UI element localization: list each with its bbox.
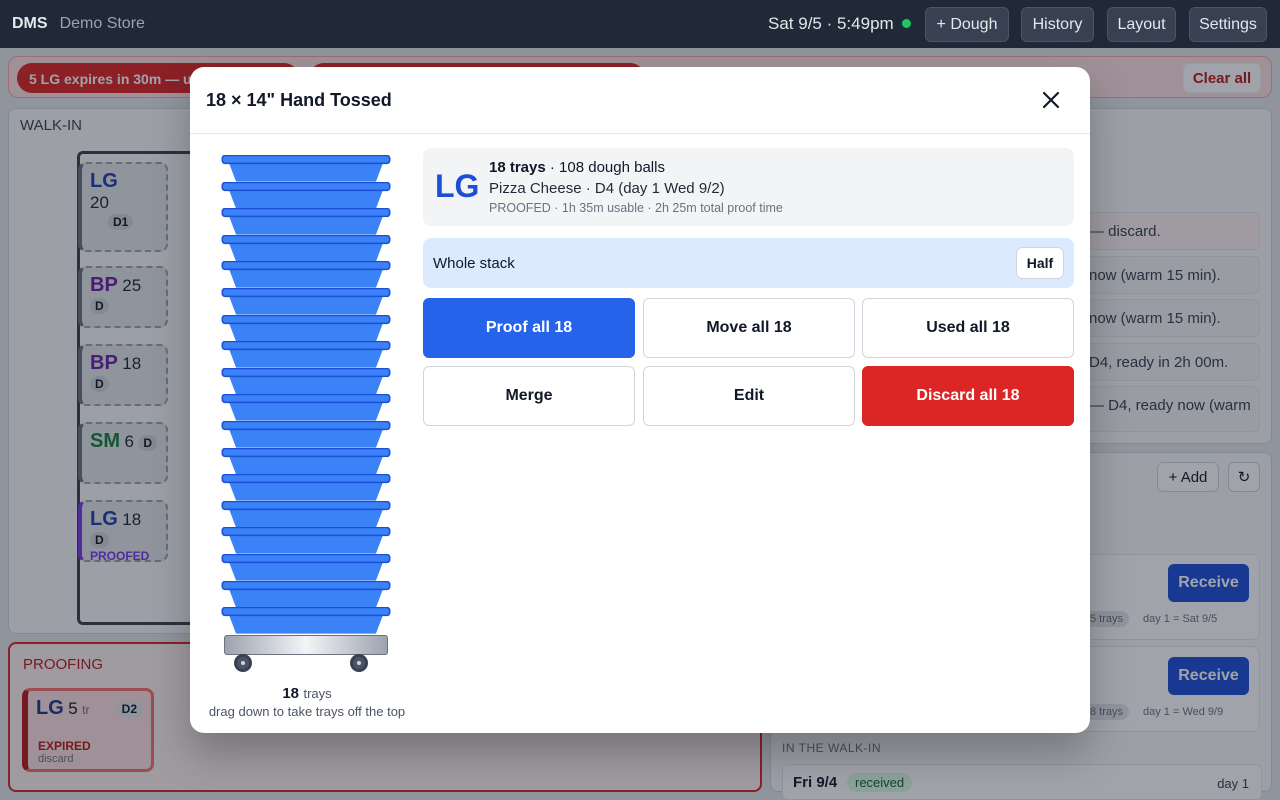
dough-tray: [221, 288, 391, 315]
whole-stack-label: Whole stack: [433, 255, 515, 272]
wheel-icon: [350, 654, 368, 672]
app-brand: DMS: [12, 15, 48, 32]
whole-stack-bar: Whole stack Half: [423, 238, 1074, 288]
layout-button[interactable]: Layout: [1107, 7, 1176, 42]
info-line-1: 18 trays · 108 dough balls: [489, 159, 665, 176]
dough-tray: [221, 394, 391, 421]
stack-count: 18: [282, 685, 300, 702]
stack-hint: drag down to take trays off the top: [208, 704, 406, 719]
info-line-3: PROOFED · 1h 35m usable · 2h 25m total p…: [489, 201, 783, 215]
add-dough-button[interactable]: + Dough: [925, 7, 1009, 42]
used-all-button[interactable]: Used all 18: [862, 298, 1074, 358]
status-dot: [902, 19, 911, 28]
cart-base: [224, 635, 388, 655]
move-all-button[interactable]: Move all 18: [643, 298, 855, 358]
settings-button[interactable]: Settings: [1189, 7, 1267, 42]
dough-tray: [221, 181, 391, 209]
proof-all-button[interactable]: Proof all 18: [423, 298, 635, 358]
store-name: Demo Store: [59, 15, 145, 32]
stack-info: LG 18 trays · 108 dough balls Pizza Chee…: [423, 148, 1074, 226]
size-label: LG: [435, 168, 480, 204]
dough-tray: [221, 208, 391, 235]
stack-caption: 18 trays drag down to take trays off the…: [190, 685, 424, 719]
dough-tray: [221, 580, 391, 608]
discard-all-button[interactable]: Discard all 18: [862, 366, 1074, 426]
tray-total: 18 trays: [489, 159, 546, 176]
stack-unit: trays: [303, 686, 332, 701]
dough-tray: [221, 554, 391, 581]
stack-modal: 18 × 14" Hand Tossed 18 trays drag down …: [190, 67, 1090, 733]
history-button[interactable]: History: [1021, 7, 1094, 42]
dough-tray: [221, 447, 391, 475]
dough-tray: [221, 314, 391, 342]
edit-button[interactable]: Edit: [643, 366, 855, 426]
dough-tray: [221, 261, 391, 288]
dough-tray: [221, 367, 391, 395]
dough-tray: [221, 500, 391, 528]
dough-tray: [221, 421, 391, 448]
tray-stack[interactable]: [220, 155, 392, 681]
dough-tray: [221, 474, 391, 501]
ball-total: · 108 dough balls: [545, 159, 665, 176]
modal-header: 18 × 14" Hand Tossed: [190, 67, 1090, 134]
info-line-2: Pizza Cheese · D4 (day 1 Wed 9/2): [489, 180, 725, 197]
half-button[interactable]: Half: [1016, 247, 1064, 279]
dough-tray: [221, 527, 391, 554]
dough-tray: [221, 341, 391, 368]
dough-tray: [221, 234, 391, 262]
clock: Sat 9/5 · 5:49pm: [768, 14, 894, 33]
wheel-icon: [234, 654, 252, 672]
modal-title: 18 × 14" Hand Tossed: [206, 90, 392, 110]
close-icon[interactable]: [1038, 87, 1064, 113]
merge-button[interactable]: Merge: [423, 366, 635, 426]
dough-tray: [221, 607, 391, 634]
dough-tray: [221, 155, 391, 182]
